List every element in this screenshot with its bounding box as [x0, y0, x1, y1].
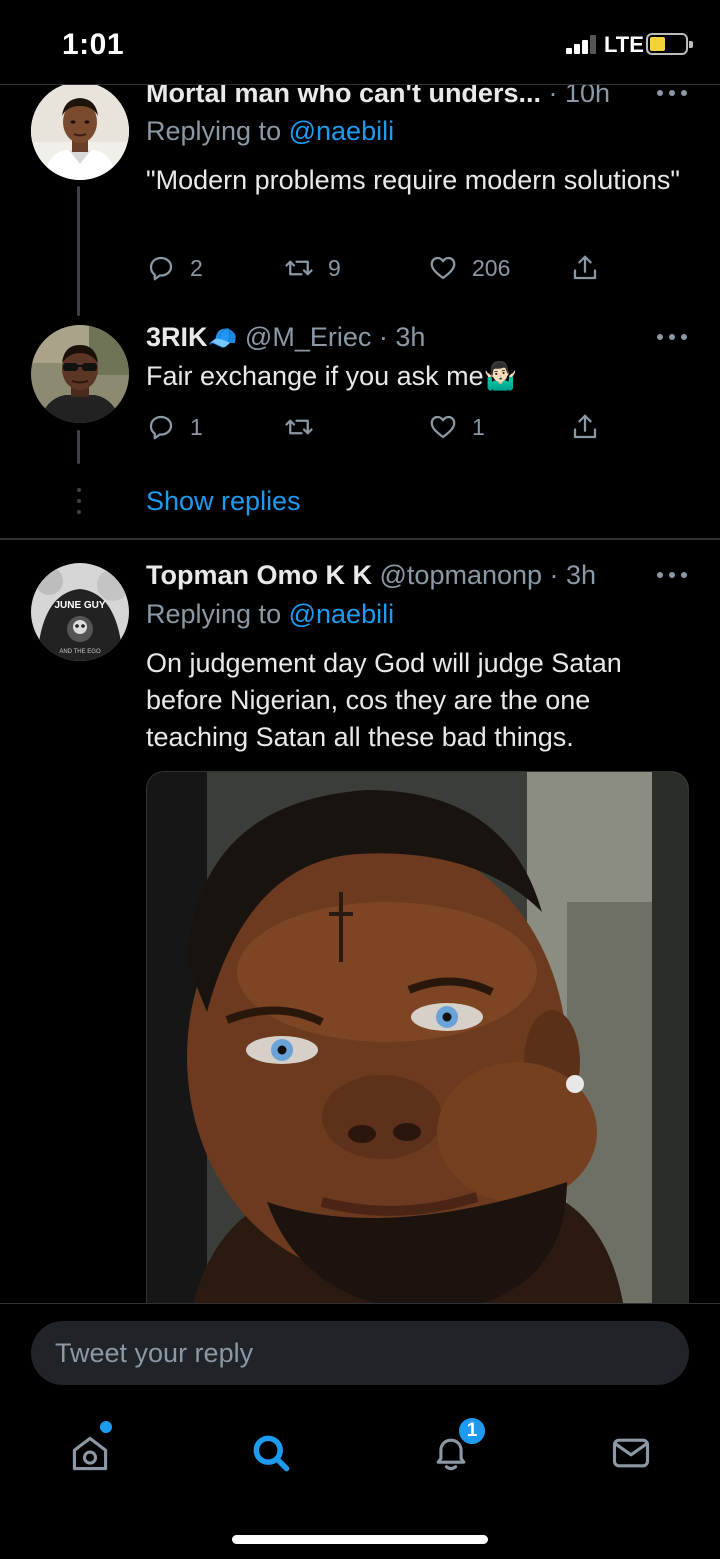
notification-dot: [100, 1421, 112, 1433]
share-button[interactable]: [570, 410, 600, 444]
shirt-text: JUNE GUY: [54, 600, 105, 611]
reply-bar: [0, 1303, 720, 1403]
reply-count: 2: [190, 254, 203, 281]
tweet-text: On judgement day God will judge Satan be…: [146, 648, 622, 752]
divider: [0, 84, 720, 85]
reply-count: 1: [190, 413, 203, 440]
retweet-count: 9: [328, 254, 341, 281]
tweet-meta: @topmanonp · 3h: [379, 560, 597, 590]
tweet-text: Fair exchange if you ask me🤷🏻‍♂️: [146, 361, 518, 391]
home-icon: [72, 1436, 108, 1471]
share-icon: [573, 414, 597, 439]
retweet-icon: [285, 419, 313, 435]
tab-home[interactable]: [62, 1421, 118, 1481]
tab-messages[interactable]: [603, 1425, 659, 1481]
display-name[interactable]: 3RIK: [146, 322, 208, 352]
avatar[interactable]: JUNE GUY AND THE EGO: [31, 563, 129, 661]
replying-prefix: Replying to: [146, 116, 282, 146]
thread-line: [77, 430, 80, 464]
like-count: 1: [472, 413, 485, 440]
reply-icon: [149, 415, 173, 440]
battery-icon: [646, 33, 693, 55]
retweet-button[interactable]: 9: [284, 251, 341, 285]
status-time: 1:01: [62, 28, 125, 61]
tweet-meta: @M_Eriec · 3h: [244, 322, 426, 352]
show-replies-link[interactable]: Show replies: [146, 486, 301, 517]
heart-icon: [430, 256, 456, 280]
retweet-button[interactable]: [284, 410, 328, 444]
thread-line: [77, 186, 80, 316]
more-options-icon[interactable]: [655, 332, 689, 342]
divider: [0, 538, 720, 540]
display-name[interactable]: Topman Omo K K: [146, 560, 372, 590]
notification-count-badge: 1: [457, 1416, 487, 1446]
tweet-feed[interactable]: Mortal man who can't unders... · 10h Rep…: [0, 0, 720, 1303]
status-bar: 1:01 LTE: [0, 0, 720, 84]
tweet-text: "Modern problems require modern solution…: [146, 165, 680, 195]
heart-icon: [430, 415, 456, 439]
tweet-header: Topman Omo K K @topmanonp · 3h: [146, 560, 596, 591]
share-button[interactable]: [570, 251, 600, 285]
replying-handle-link[interactable]: @naebili: [289, 599, 394, 629]
avatar[interactable]: [31, 325, 129, 423]
retweet-icon: [285, 260, 313, 276]
like-button[interactable]: 1: [428, 410, 485, 444]
replying-handle-link[interactable]: @naebili: [289, 116, 394, 146]
tweet-reply-input[interactable]: [31, 1321, 689, 1385]
tab-search[interactable]: [243, 1425, 299, 1481]
tweet-header: 3RIK🧢 @M_Eriec · 3h: [146, 322, 425, 353]
tweet-image[interactable]: [146, 771, 689, 1303]
more-replies-dots-icon: [77, 488, 81, 514]
avatar[interactable]: [31, 82, 129, 180]
like-button[interactable]: 206: [428, 251, 510, 285]
replying-to: Replying to @naebili: [146, 599, 394, 630]
shirt-text: AND THE EGO: [59, 649, 101, 655]
like-count: 206: [472, 254, 511, 281]
name-badge-emoji: 🧢: [207, 325, 238, 352]
share-icon: [573, 255, 597, 280]
replying-to: Replying to @naebili: [146, 116, 394, 147]
more-options-icon[interactable]: [655, 570, 689, 580]
search-icon: [253, 1435, 290, 1472]
tab-notifications[interactable]: 1: [423, 1416, 487, 1481]
network-label: LTE: [604, 32, 644, 57]
home-indicator[interactable]: [232, 1535, 488, 1544]
replying-prefix: Replying to: [146, 599, 282, 629]
reply-button[interactable]: 2: [146, 251, 203, 285]
mail-icon: [612, 1438, 650, 1468]
signal-strength-icon: [566, 34, 598, 54]
reply-button[interactable]: 1: [146, 410, 203, 444]
more-options-icon[interactable]: [655, 88, 689, 98]
reply-icon: [149, 256, 173, 281]
